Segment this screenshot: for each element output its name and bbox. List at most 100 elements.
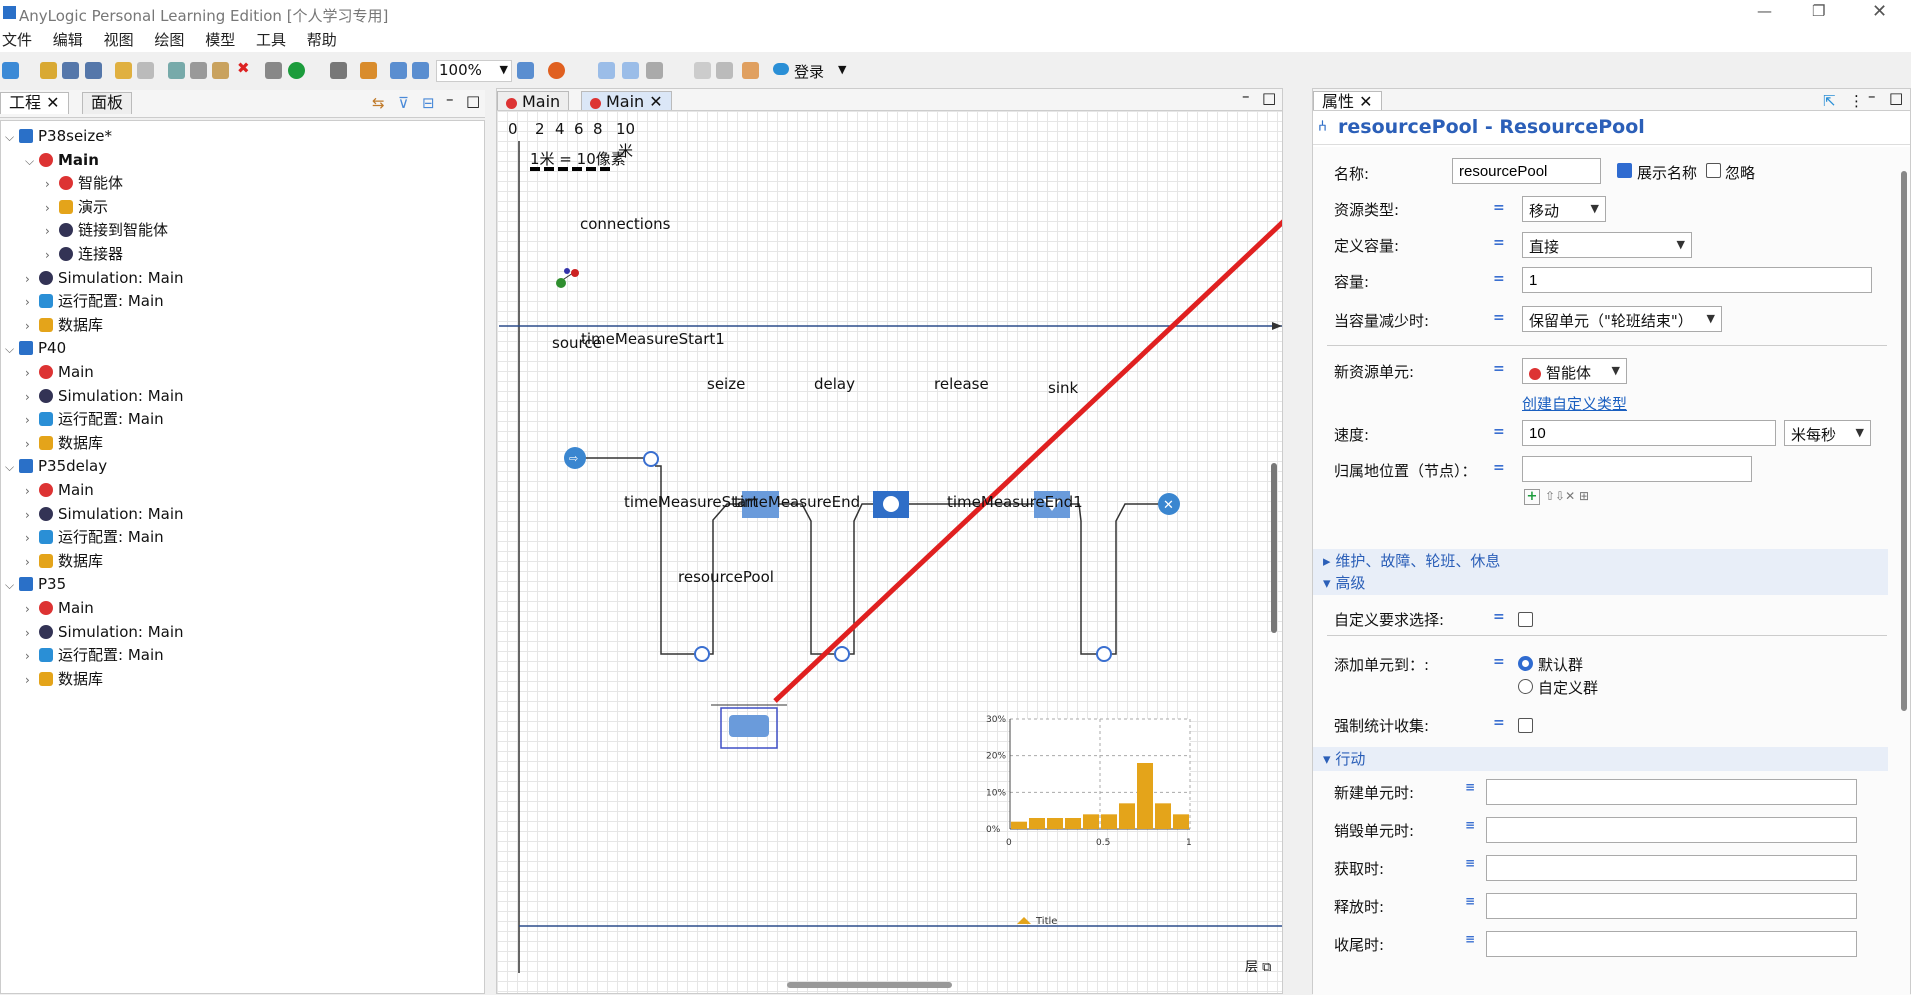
custom-request-eq-icon[interactable]: = <box>1493 609 1505 625</box>
capacity-decrease-select[interactable]: 保留单元（"轮班结束"） <box>1522 306 1722 332</box>
layers-icon[interactable] <box>646 62 663 79</box>
home-location-eq-icon[interactable]: = <box>1493 460 1505 476</box>
tree-node[interactable]: › Simulation: Main <box>25 385 184 407</box>
zoom-tool-icon[interactable] <box>517 62 534 79</box>
tree-node[interactable]: ⌵ P38seize* <box>5 125 112 147</box>
props-toolbar-icon[interactable]: ⇱ <box>1823 92 1836 110</box>
speed-eq-icon[interactable]: = <box>1493 424 1505 440</box>
add-item-icon[interactable]: + <box>1524 489 1540 505</box>
cut-icon[interactable] <box>168 62 185 79</box>
tree-node[interactable]: › 运行配置: Main <box>25 644 164 666</box>
section-maintenance[interactable]: ▸ 维护、故障、轮班、休息 <box>1313 549 1888 573</box>
tab-palette[interactable]: 面板 <box>82 92 133 114</box>
build-icon[interactable] <box>265 62 282 79</box>
layers-corner-icon[interactable]: 层 ⧉ <box>1245 956 1271 975</box>
tree-node[interactable]: › Main <box>25 361 94 383</box>
zoom-select[interactable]: 100% ▼ <box>436 60 512 82</box>
paste-icon[interactable] <box>212 62 229 79</box>
menu-edit[interactable]: 编辑 <box>53 28 83 52</box>
tree-node[interactable]: › Main <box>25 597 94 619</box>
expand-right-icon[interactable]: › <box>25 268 39 290</box>
tree-node[interactable]: › Simulation: Main <box>25 503 184 525</box>
minimize-icon[interactable]: — <box>1757 2 1772 20</box>
cloud-icon[interactable] <box>773 63 789 75</box>
props-vertical-scrollbar[interactable] <box>1901 171 1907 711</box>
expand-right-icon[interactable]: › <box>25 480 39 502</box>
panel-minimize-icon[interactable]: – <box>446 90 454 108</box>
undo-icon[interactable] <box>115 62 132 79</box>
tree-node[interactable]: › Main <box>25 479 94 501</box>
on-unit-created-field[interactable] <box>1486 779 1857 805</box>
on-unit-destroyed-field[interactable] <box>1486 817 1857 843</box>
login-button[interactable]: 登录 <box>794 61 824 82</box>
copy-icon[interactable] <box>190 62 207 79</box>
props-minimize-icon[interactable]: – <box>1868 87 1876 105</box>
expand-right-icon[interactable]: › <box>25 645 39 667</box>
speed-input[interactable] <box>1522 420 1776 446</box>
collapse-icon[interactable]: ⊟ <box>422 94 435 112</box>
expand-right-icon[interactable]: › <box>25 551 39 573</box>
agent-tool-icon[interactable] <box>548 62 565 79</box>
tree-node[interactable]: › 数据库 <box>25 668 103 690</box>
expand-right-icon[interactable]: › <box>25 362 39 384</box>
resource-pool-icon[interactable] <box>729 715 769 737</box>
tree-node[interactable]: ⌵ P35delay <box>5 455 107 477</box>
redo-icon[interactable] <box>137 62 154 79</box>
tree-node[interactable]: › 数据库 <box>25 314 103 336</box>
graphical-editor-canvas[interactable]: ⇨ ✕ 30% 20% 10% 0% 0 0.5 1 Title 0 2 4 6 8 10 … <box>496 110 1283 994</box>
expand-right-icon[interactable]: › <box>25 315 39 337</box>
tree-node[interactable]: › Simulation: Main <box>25 621 184 643</box>
section-advanced[interactable]: ▾ 高级 <box>1313 571 1888 595</box>
cursor-icon[interactable] <box>694 62 711 79</box>
tree-node[interactable]: › 演示 <box>45 196 108 218</box>
run-icon[interactable] <box>288 62 305 79</box>
section-actions[interactable]: ▾ 行动 <box>1313 747 1888 771</box>
tree-node[interactable]: › 连接器 <box>45 243 123 265</box>
save-all-icon[interactable] <box>85 62 102 79</box>
expand-right-icon[interactable]: › <box>25 669 39 691</box>
menu-tools[interactable]: 工具 <box>256 28 286 52</box>
delete-icon[interactable]: ✖ <box>237 59 254 77</box>
expand-right-icon[interactable]: › <box>25 527 39 549</box>
link-editor-icon[interactable]: ⇆ <box>372 94 385 112</box>
expand-right-icon[interactable]: › <box>25 409 39 431</box>
grid-icon[interactable] <box>598 62 615 79</box>
default-population-radio[interactable] <box>1518 656 1533 671</box>
list-edit-icons[interactable]: ⇧⇩✕ ⊞ <box>1545 489 1589 503</box>
expand-right-icon[interactable]: › <box>45 197 59 219</box>
maximize-icon[interactable]: ❐ <box>1812 2 1825 20</box>
resource-type-select[interactable]: 移动 <box>1522 196 1606 222</box>
expand-down-icon[interactable]: ⌵ <box>5 456 19 478</box>
time-measure-end-icon[interactable] <box>834 646 850 662</box>
tree-node[interactable]: › 数据库 <box>25 432 103 454</box>
expand-right-icon[interactable]: › <box>25 386 39 408</box>
time-measure-end1-icon[interactable] <box>1096 646 1112 662</box>
custom-request-checkbox[interactable] <box>1518 612 1533 627</box>
wand-icon[interactable] <box>360 62 377 79</box>
resource-type-eq-icon[interactable]: = <box>1493 200 1505 216</box>
panel-maximize-icon[interactable]: □ <box>466 92 480 110</box>
histogram-chart[interactable]: 30% 20% 10% 0% 0 0.5 1 Title <box>986 715 1192 927</box>
speed-unit-select[interactable]: 米每秒 <box>1784 420 1871 446</box>
tree-node[interactable]: › 运行配置: Main <box>25 408 164 430</box>
expand-right-icon[interactable]: › <box>25 598 39 620</box>
add-units-eq-icon[interactable]: = <box>1493 654 1505 670</box>
zoom-fit-icon[interactable] <box>390 62 407 79</box>
expand-right-icon[interactable]: › <box>25 504 39 526</box>
tree-node[interactable]: ⌵ P35 <box>5 573 66 595</box>
close-icon[interactable]: ✕ <box>1872 1 1887 22</box>
pen-icon[interactable] <box>742 62 759 79</box>
open-icon[interactable] <box>40 62 57 79</box>
editor-minimize-icon[interactable]: – <box>1242 87 1250 105</box>
expand-down-icon[interactable]: ⌵ <box>25 150 39 172</box>
menu-view[interactable]: 视图 <box>104 28 134 52</box>
new-icon[interactable] <box>2 62 19 79</box>
capacity-def-eq-icon[interactable]: = <box>1493 235 1505 251</box>
expand-right-icon[interactable]: › <box>25 433 39 455</box>
capacity-decrease-eq-icon[interactable]: = <box>1493 310 1505 326</box>
new-unit-select[interactable]: 智能体 <box>1522 358 1627 384</box>
menu-help[interactable]: 帮助 <box>307 28 337 52</box>
expand-down-icon[interactable]: ⌵ <box>5 574 19 596</box>
show-name-checkbox[interactable] <box>1617 163 1632 178</box>
time-measure-start1-icon[interactable] <box>643 451 659 467</box>
